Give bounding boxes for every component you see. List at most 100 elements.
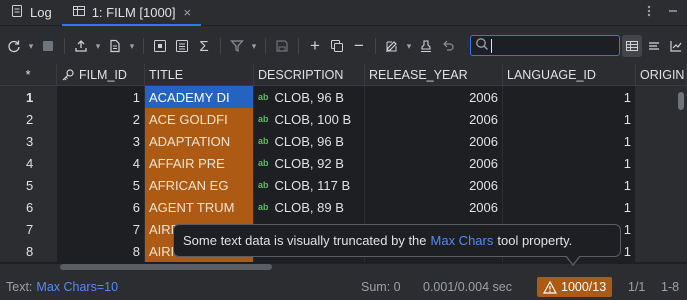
film-id-cell[interactable]: 7 (57, 218, 145, 240)
toolbar-divider (64, 38, 65, 54)
film-id-cell[interactable]: 6 (57, 196, 145, 218)
title-cell[interactable]: ADAPTATION (145, 130, 254, 152)
column-header-language-id[interactable]: LANGUAGE_ID (503, 64, 636, 86)
language-id-cell[interactable]: 1 (503, 130, 636, 152)
title-cell-text: AFFAIR PRE (149, 155, 225, 171)
origin-cell[interactable] (636, 152, 687, 174)
chevron-down-icon[interactable]: ▾ (26, 35, 36, 57)
column-header-origin[interactable]: ORIGIN (636, 64, 687, 86)
description-cell[interactable]: ab CLOB, 117 B (254, 174, 365, 196)
release-year-cell[interactable]: 2006 (365, 108, 503, 130)
language-id-cell[interactable]: 1 (503, 108, 636, 130)
clob-type-icon: ab (258, 136, 269, 146)
minimize-icon[interactable] (667, 4, 679, 21)
title-cell[interactable]: AGENT TRUM (145, 196, 254, 218)
origin-cell[interactable] (636, 108, 687, 130)
more-vertical-icon[interactable] (643, 4, 655, 21)
release-year-cell[interactable]: 2006 (365, 86, 503, 108)
warning-badge[interactable]: 1000/13 (537, 277, 613, 297)
save-icon[interactable] (272, 35, 292, 57)
description-cell[interactable]: ab CLOB, 96 B (254, 130, 365, 152)
table-row[interactable]: 6 6 AGENT TRUM ab CLOB, 89 B 2006 1 (0, 196, 687, 218)
origin-cell[interactable] (636, 130, 687, 152)
page-indicator[interactable]: 1/1 (628, 274, 645, 300)
table-row[interactable]: 1 1 ACADEMY DI ab CLOB, 96 B 2006 1 (0, 86, 687, 108)
column-header-rownum[interactable]: * (0, 64, 57, 86)
release-year-cell[interactable]: 2006 (365, 152, 503, 174)
description-cell[interactable]: ab CLOB, 96 B (254, 86, 365, 108)
title-cell[interactable]: ACE GOLDFI (145, 108, 254, 130)
title-cell-text: ADAPTATION (149, 133, 231, 149)
film-id-cell-text: 5 (132, 177, 140, 193)
language-id-cell[interactable]: 1 (503, 174, 636, 196)
aggregate-sum-icon[interactable]: Σ (194, 35, 214, 57)
language-id-cell[interactable]: 1 (503, 196, 636, 218)
text-view-icon[interactable] (172, 35, 192, 57)
table-row[interactable]: 2 2 ACE GOLDFI ab CLOB, 100 B 2006 1 (0, 108, 687, 130)
search-input[interactable] (470, 35, 620, 56)
table-row[interactable]: 4 4 AFFAIR PRE ab CLOB, 92 B 2006 1 (0, 152, 687, 174)
duplicate-row-icon[interactable] (327, 35, 347, 57)
description-cell-text: CLOB, 96 B (274, 89, 344, 105)
column-header-film-id[interactable]: FILM_ID (57, 64, 145, 86)
film-id-cell[interactable]: 2 (57, 108, 145, 130)
description-cell[interactable]: ab CLOB, 100 B (254, 108, 365, 130)
stop-icon[interactable] (38, 35, 58, 57)
origin-cell[interactable] (636, 174, 687, 196)
tab-log[interactable]: Log (0, 0, 62, 25)
revert-icon[interactable] (438, 35, 458, 57)
title-cell[interactable]: ACADEMY DI (145, 86, 254, 108)
description-cell-text: CLOB, 100 B (274, 111, 352, 127)
filter-icon[interactable] (227, 35, 247, 57)
submit-stamp-icon[interactable] (416, 35, 436, 57)
film-id-cell[interactable]: 3 (57, 130, 145, 152)
table-view-icon[interactable] (622, 35, 642, 57)
film-id-cell[interactable]: 4 (57, 152, 145, 174)
column-header-title[interactable]: TITLE (145, 64, 254, 86)
description-cell[interactable]: ab CLOB, 92 B (254, 152, 365, 174)
film-id-cell[interactable]: 1 (57, 86, 145, 108)
text-align-icon[interactable] (644, 35, 664, 57)
add-row-icon[interactable]: + (305, 35, 325, 57)
row-number: 5 (0, 174, 57, 196)
toolbar-divider (375, 38, 376, 54)
table-row[interactable]: 3 3 ADAPTATION ab CLOB, 96 B 2006 1 (0, 130, 687, 152)
edit-icon[interactable] (382, 35, 402, 57)
film-id-cell-text: 1 (132, 89, 140, 105)
refresh-icon[interactable] (4, 35, 24, 57)
delete-row-icon[interactable]: − (349, 35, 369, 57)
tab-film[interactable]: 1: FILM [1000] × (61, 0, 202, 26)
film-id-cell[interactable]: 5 (57, 174, 145, 196)
title-cell[interactable]: AFFAIR PRE (145, 152, 254, 174)
document-icon[interactable] (105, 35, 125, 57)
origin-cell[interactable] (636, 218, 687, 240)
chevron-down-icon[interactable]: ▾ (404, 35, 414, 57)
single-record-icon[interactable] (150, 35, 170, 57)
chevron-down-icon[interactable]: ▾ (127, 35, 137, 57)
description-cell-text: CLOB, 92 B (274, 155, 344, 171)
horizontal-scrollbar[interactable] (60, 264, 272, 270)
column-header-description[interactable]: DESCRIPTION (254, 64, 365, 86)
chevron-down-icon[interactable]: ▾ (249, 35, 259, 57)
max-chars-setting-link[interactable]: Max Chars=10 (36, 280, 118, 294)
description-cell[interactable]: ab CLOB, 89 B (254, 196, 365, 218)
release-year-cell[interactable]: 2006 (365, 174, 503, 196)
vertical-scrollbar[interactable] (678, 92, 684, 110)
title-cell[interactable]: AFRICAN EG (145, 174, 254, 196)
language-id-cell[interactable]: 1 (503, 86, 636, 108)
table-row[interactable]: 5 5 AFRICAN EG ab CLOB, 117 B 2006 1 (0, 174, 687, 196)
language-id-cell-text: 1 (623, 199, 631, 215)
release-year-cell[interactable]: 2006 (365, 130, 503, 152)
export-icon[interactable] (71, 35, 91, 57)
column-header-release-year[interactable]: RELEASE_YEAR (365, 64, 503, 86)
release-year-cell[interactable]: 2006 (365, 196, 503, 218)
close-icon[interactable]: × (184, 5, 192, 20)
origin-cell[interactable] (636, 196, 687, 218)
chevron-down-icon[interactable]: ▾ (93, 35, 103, 57)
film-id-cell[interactable]: 8 (57, 240, 145, 262)
chart-icon[interactable] (666, 35, 686, 57)
max-chars-link[interactable]: Max Chars (431, 233, 494, 248)
origin-cell[interactable] (636, 240, 687, 262)
tab-log-label: Log (30, 5, 52, 20)
language-id-cell[interactable]: 1 (503, 152, 636, 174)
